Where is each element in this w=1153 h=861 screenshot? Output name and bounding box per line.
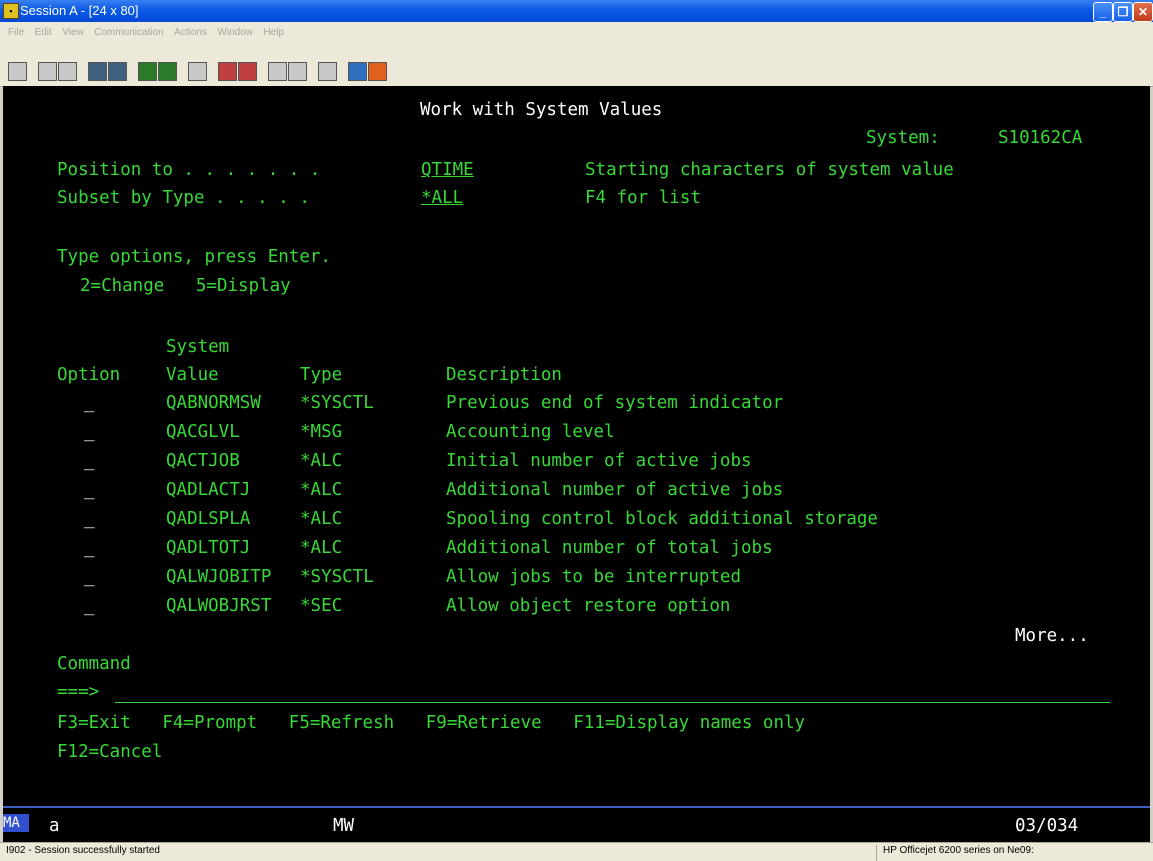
function-keys-line2: F12=Cancel (57, 742, 163, 762)
subset-by-type-input[interactable]: *ALL (421, 188, 513, 208)
row-value: QADLTOTJ (166, 538, 251, 558)
menu-help[interactable]: Help (263, 27, 284, 38)
option-input[interactable]: _ (84, 393, 95, 413)
col-header-value: Value (166, 365, 219, 385)
row-value: QABNORMSW (166, 393, 261, 413)
row-value: QACGLVL (166, 422, 240, 442)
maximize-button[interactable]: ❐ (1113, 2, 1133, 22)
option-input[interactable]: _ (84, 596, 95, 616)
row-type: *ALC (300, 509, 343, 529)
close-button[interactable]: ✕ (1133, 2, 1153, 22)
function-keys-line1: F3=Exit F4=Prompt F5=Refresh F9=Retrieve… (57, 713, 806, 733)
row-type: *SEC (300, 596, 343, 616)
operator-info-area: MA a MW 03/034 (3, 806, 1150, 842)
row-type: *ALC (300, 451, 343, 471)
row-type: *ALC (300, 538, 343, 558)
receive-file-icon[interactable] (108, 62, 127, 81)
oia-mw: MW (333, 816, 355, 836)
menu-edit[interactable]: Edit (35, 27, 52, 38)
position-to-label: Position to . . . . . . . (57, 160, 321, 180)
system-label: System: (866, 128, 940, 148)
command-label: Command (57, 654, 131, 674)
menu-view[interactable]: View (62, 27, 84, 38)
minimize-button[interactable]: _ (1093, 2, 1113, 22)
macro-icon[interactable] (268, 62, 287, 81)
row-description: Additional number of total jobs (446, 538, 773, 558)
customize-keyboard-icon[interactable] (188, 62, 207, 81)
row-value: QALWJOBITP (166, 567, 272, 587)
row-value: QACTJOB (166, 451, 240, 471)
display-keypad-icon[interactable] (138, 62, 157, 81)
option-input[interactable]: _ (84, 480, 95, 500)
option-input[interactable]: _ (84, 538, 95, 558)
option-input[interactable]: _ (84, 509, 95, 529)
row-description: Initial number of active jobs (446, 451, 752, 471)
stop-icon[interactable] (218, 62, 237, 81)
row-description: Allow jobs to be interrupted (446, 567, 742, 587)
system-name: S10162CA (998, 128, 1083, 148)
menu-window[interactable]: Window (217, 27, 253, 38)
row-description: Spooling control block additional storag… (446, 509, 878, 529)
option-input[interactable]: _ (84, 422, 95, 442)
macro-2-icon[interactable] (288, 62, 307, 81)
subset-help: F4 for list (585, 188, 701, 208)
menu-actions[interactable]: Actions (174, 27, 207, 38)
paste-icon[interactable] (58, 62, 77, 81)
oia-a: a (49, 816, 60, 836)
status-message: I902 - Session successfully started (6, 845, 160, 856)
command-input[interactable] (115, 702, 1110, 703)
row-type: *ALC (300, 480, 343, 500)
cursor-position: 03/034 (1015, 816, 1079, 836)
col-header-description: Description (446, 365, 562, 385)
row-type: *SYSCTL (300, 567, 374, 587)
option-input[interactable]: _ (84, 451, 95, 471)
position-to-input[interactable]: QTIME (421, 160, 555, 180)
position-to-help: Starting characters of system value (585, 160, 954, 180)
subset-by-type-label: Subset by Type . . . . . (57, 188, 310, 208)
option-input[interactable]: _ (84, 567, 95, 587)
row-description: Previous end of system indicator (446, 393, 784, 413)
ma-indicator: MA (3, 814, 29, 832)
menu-bar: File Edit View Communication Actions Win… (0, 22, 1153, 44)
title-bar: ▪ Session A - [24 x 80] _ ❐ ✕ (0, 0, 1153, 22)
play-macro-icon[interactable] (238, 62, 257, 81)
row-type: *SYSCTL (300, 393, 374, 413)
menu-file[interactable]: File (8, 27, 24, 38)
row-value: QALWOBJRST (166, 596, 272, 616)
window-title: Session A - [24 x 80] (20, 3, 139, 18)
col-header-option: Option (57, 365, 121, 385)
status-bar: I902 - Session successfully started HP O… (0, 842, 1153, 861)
options-legend: 2=Change 5=Display (80, 276, 291, 296)
send-file-icon[interactable] (88, 62, 107, 81)
row-type: *MSG (300, 422, 343, 442)
instructions: Type options, press Enter. (57, 247, 331, 267)
terminal-screen[interactable]: Work with System Values System: S10162CA… (3, 86, 1150, 806)
row-value: QADLACTJ (166, 480, 251, 500)
session-icon[interactable]: ▪ (3, 3, 19, 19)
print-screen-icon[interactable] (8, 62, 27, 81)
printer-status: HP Officejet 6200 series on Ne09: (876, 845, 1153, 861)
record-macro-icon[interactable] (158, 62, 177, 81)
menu-communication[interactable]: Communication (94, 27, 163, 38)
row-value: QADLSPLA (166, 509, 251, 529)
more-indicator: More... (1015, 626, 1089, 646)
copy-icon[interactable] (38, 62, 57, 81)
col-header-system: System (166, 337, 230, 357)
screen-title: Work with System Values (420, 100, 663, 120)
help-globe-icon[interactable] (348, 62, 367, 81)
row-description: Additional number of active jobs (446, 480, 784, 500)
edit-icon[interactable] (368, 62, 387, 81)
clipboard-icon[interactable] (318, 62, 337, 81)
row-description: Allow object restore option (446, 596, 731, 616)
row-description: Accounting level (446, 422, 615, 442)
col-header-type: Type (300, 365, 343, 385)
command-prompt: ===> (57, 682, 100, 702)
